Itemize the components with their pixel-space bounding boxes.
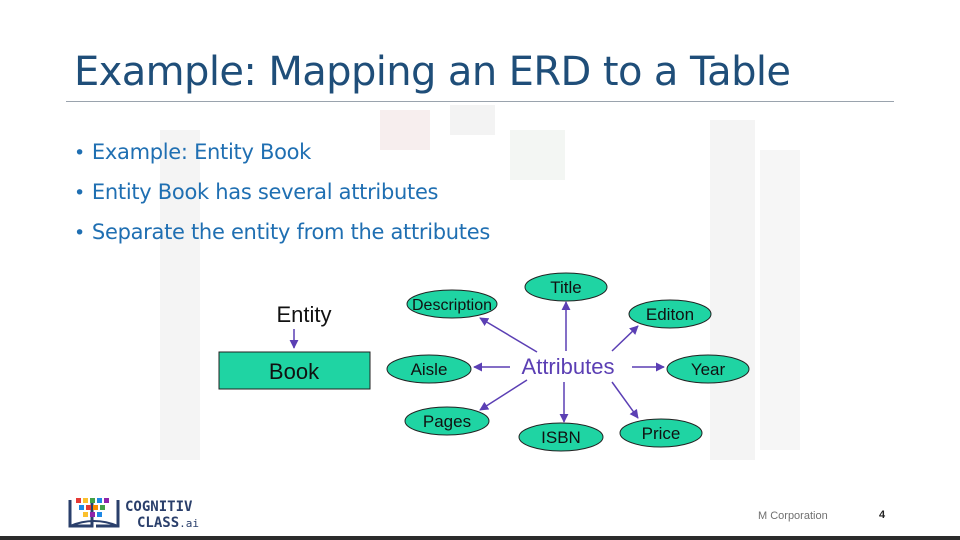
attribute-node-isbn: ISBN <box>518 422 604 452</box>
arrow-to-pages <box>479 379 528 411</box>
bottom-border <box>0 536 960 540</box>
attributes-hub-label: Attributes <box>522 354 615 379</box>
attribute-title-label: Title <box>550 278 582 297</box>
cognitive-class-logo: COGNITIV CLASS.ai <box>68 498 199 531</box>
attribute-node-description: Description <box>406 289 498 319</box>
company-name: M Corporation <box>758 510 828 522</box>
arrow-to-price <box>611 381 639 419</box>
attribute-aisle-label: Aisle <box>411 360 448 379</box>
attribute-node-aisle: Aisle <box>386 354 472 384</box>
logo-suffix-text: .ai <box>179 517 199 530</box>
attribute-price-label: Price <box>642 424 681 443</box>
attribute-node-edition: Editon <box>628 299 712 329</box>
entity-book-label: Book <box>269 359 320 384</box>
attribute-node-title: Title <box>524 272 608 302</box>
attribute-year-label: Year <box>691 360 726 379</box>
logo-class-text: CLASS <box>137 515 179 531</box>
logo-text-line1: COGNITIV <box>125 499 193 515</box>
attribute-pages-label: Pages <box>423 412 471 431</box>
attribute-node-year: Year <box>666 354 750 384</box>
arrow-to-description <box>479 317 538 353</box>
logo-text-line2: CLASS.ai <box>137 515 199 531</box>
entity-label: Entity <box>276 302 331 327</box>
attribute-node-price: Price <box>619 418 703 448</box>
page-number: 4 <box>879 509 886 521</box>
attribute-node-pages: Pages <box>404 406 490 436</box>
attribute-edition-label: Editon <box>646 305 694 324</box>
book-icon <box>68 498 120 528</box>
erd-diagram: Entity Book Attributes Title Description… <box>218 272 750 452</box>
attribute-isbn-label: ISBN <box>541 428 581 447</box>
attribute-description-label: Description <box>412 297 492 314</box>
arrow-to-edition <box>611 325 639 352</box>
